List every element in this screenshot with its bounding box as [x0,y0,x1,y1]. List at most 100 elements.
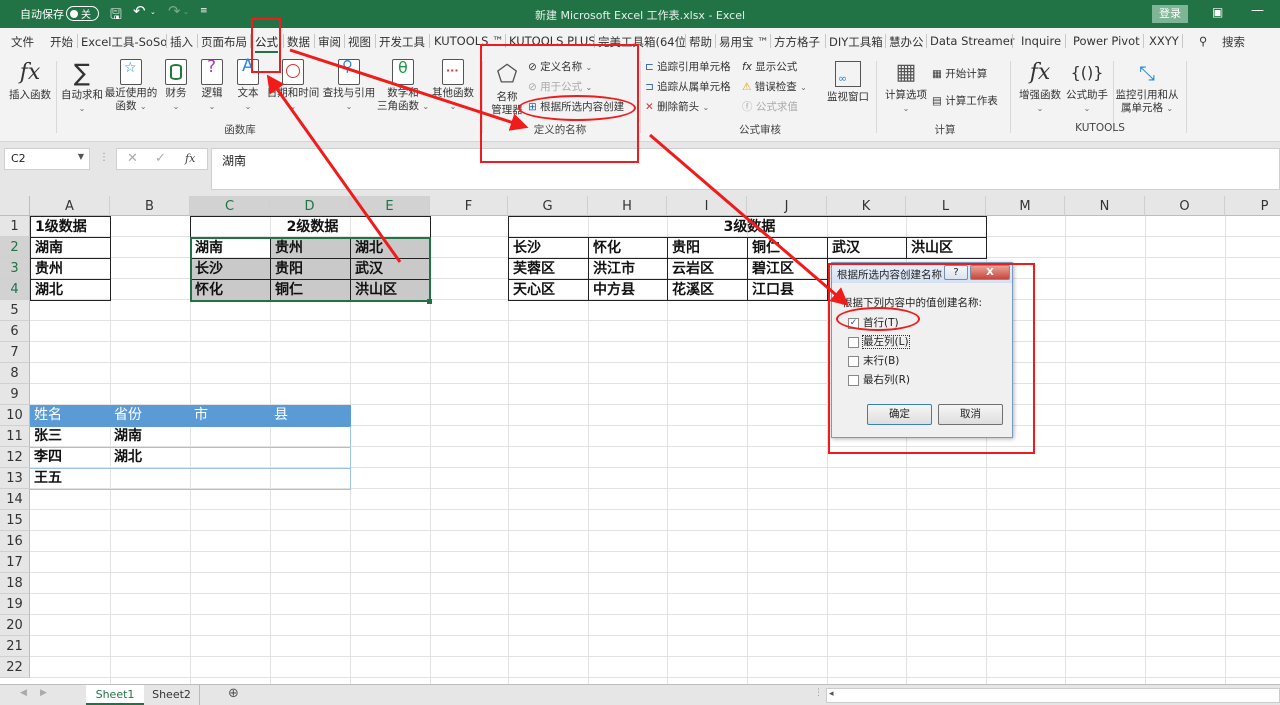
row-header-13[interactable]: 13 [0,468,30,489]
monitor-precedents-button[interactable]: ⤡ 监控引用和从 属单元格 ⌄ [1114,59,1180,115]
cell-c1[interactable]: 2级数据 [190,216,431,238]
drag-handle-icon[interactable]: ⋮ [99,152,109,163]
cell-a2[interactable]: 湖南 [30,237,111,259]
search-label[interactable]: 搜索 [1222,34,1245,50]
cell-b13[interactable] [110,468,191,490]
row-header-1[interactable]: 1 [0,216,30,237]
chevron-down-icon[interactable]: ▼ [78,152,84,161]
column-header-p[interactable]: P [1225,196,1280,216]
cell-c13[interactable] [190,468,271,490]
fill-handle[interactable] [427,299,432,304]
row-header-15[interactable]: 15 [0,510,30,531]
use-in-formula-button[interactable]: ⊘ 用于公式 ⌄ [528,80,592,95]
cell-d10[interactable]: 县 [270,405,351,427]
cell-g1[interactable]: 3级数据 [508,216,987,238]
cell-j3[interactable]: 碧江区 [747,258,828,280]
column-header-m[interactable]: M [986,196,1065,216]
checkbox-bottom-row[interactable]: 末行(B) [848,355,1028,370]
evaluate-formula-button[interactable]: ⓕ 公式求值 [742,100,798,114]
cell-d2[interactable]: 贵州 [270,237,351,259]
checkbox-left-column[interactable]: 最左列(L) [848,335,1028,351]
column-header-c[interactable]: C [190,196,270,216]
cell-b12[interactable]: 湖北 [110,447,191,469]
row-header-2[interactable]: 2 [0,237,30,258]
tab-yiyongbao[interactable]: 易用宝 ™ [719,34,769,50]
help-button[interactable]: ? [944,265,968,280]
tab-data[interactable]: 数据 [287,34,310,50]
cell-a11[interactable]: 张三 [30,426,111,448]
formula-input[interactable]: 湖南 [211,148,1280,190]
minimize-icon[interactable]: — [1251,3,1264,18]
close-button[interactable]: X [970,265,1010,280]
cell-c2[interactable]: 湖南 [190,237,271,259]
cell-d13[interactable] [270,468,351,490]
cell-d11[interactable] [270,426,351,448]
cell-i4[interactable]: 花溪区 [667,279,748,301]
watch-window-button[interactable]: ∞ 监视窗口 [824,59,872,104]
tab-help[interactable]: 帮助 [689,34,712,50]
calc-options-button[interactable]: ▦ 计算选项 ⌄ [882,59,930,115]
cell-a3[interactable]: 贵州 [30,258,111,280]
row-header-8[interactable]: 8 [0,363,30,384]
tab-file[interactable]: 文件 [11,34,34,50]
splitter-handle-icon[interactable]: ⋮ [814,688,823,698]
tab-data-streamer[interactable]: Data Streamer [930,34,1015,48]
column-header-g[interactable]: G [508,196,588,216]
horizontal-scrollbar[interactable]: ◂ [826,688,1280,703]
cell-k2[interactable]: 武汉 [827,237,907,259]
insert-function-button[interactable]: fx 插入函数 [6,59,54,102]
tab-home[interactable]: 开始 [50,34,73,50]
cell-c11[interactable] [190,426,271,448]
checkbox-icon[interactable] [848,336,859,348]
cell-e3[interactable]: 武汉 [350,258,431,280]
tab-power-pivot[interactable]: Power Pivot [1073,34,1140,48]
column-header-f[interactable]: F [430,196,508,216]
column-header-h[interactable]: H [588,196,667,216]
row-header-19[interactable]: 19 [0,594,30,615]
cell-l2[interactable]: 洪山区 [906,237,987,259]
remove-arrows-button[interactable]: ✕ 删除箭头 ⌄ [645,100,709,115]
ok-button[interactable]: 确定 [867,404,932,425]
tab-diy-toolbox[interactable]: DIY工具箱 [829,34,883,50]
show-formulas-button[interactable]: fx 显示公式 [742,60,797,74]
cell-c4[interactable]: 怀化 [190,279,271,301]
column-header-k[interactable]: K [827,196,906,216]
cell-h2[interactable]: 怀化 [588,237,668,259]
cell-e4[interactable]: 洪山区 [350,279,431,301]
cell-i3[interactable]: 云岩区 [667,258,748,280]
row-header-22[interactable]: 22 [0,657,30,678]
sheet-tab-sheet2[interactable]: Sheet2 [144,685,200,705]
cell-e2[interactable]: 湖北 [350,237,431,259]
recent-functions-button[interactable]: ☆ 最近使用的 函数 ⌄ [104,59,158,113]
cell-a4[interactable]: 湖北 [30,279,111,301]
row-header-3[interactable]: 3 [0,258,30,279]
checkbox-icon[interactable] [848,355,859,367]
scroll-left-icon[interactable]: ◀ [20,688,27,698]
more-functions-button[interactable]: ··· 其他函数 ⌄ [428,59,478,113]
cell-b11[interactable]: 湖南 [110,426,191,448]
worksheet-grid[interactable]: ABCDEFGHIJKLMNOP 1 2 3 4 5 6 7 8 9 10 11 12 13 14 15 16… [0,196,1280,684]
cell-g2[interactable]: 长沙 [508,237,589,259]
cell-j4[interactable]: 江口县 [747,279,828,301]
row-header-11[interactable]: 11 [0,426,30,447]
ribbon-display-icon[interactable]: ▣ [1212,5,1223,19]
scroll-left-arrow-icon[interactable]: ◂ [829,689,834,699]
row-header-10[interactable]: 10 [0,405,30,426]
tab-inquire[interactable]: Inquire [1021,34,1061,48]
lookup-button[interactable]: ⚲ 查找与引用 ⌄ [322,59,376,113]
row-header-12[interactable]: 12 [0,447,30,468]
name-box[interactable]: C2 ▼ [4,148,90,170]
checkbox-icon[interactable] [848,374,859,386]
tab-kutools[interactable]: KUTOOLS ™ [434,34,504,48]
row-header-6[interactable]: 6 [0,321,30,342]
row-header-18[interactable]: 18 [0,573,30,594]
cell-c12[interactable] [190,447,271,469]
cell-c10[interactable]: 市 [190,405,271,427]
enhanced-functions-button[interactable]: fx 增强函数 ⌄ [1016,59,1064,115]
financial-button[interactable]: 财务 ⌄ [162,59,190,113]
column-header-n[interactable]: N [1065,196,1145,216]
column-header-a[interactable]: A [30,196,110,216]
row-header-5[interactable]: 5 [0,300,30,321]
select-all-corner[interactable] [0,196,30,216]
tab-page-layout[interactable]: 页面布局 [201,34,247,50]
